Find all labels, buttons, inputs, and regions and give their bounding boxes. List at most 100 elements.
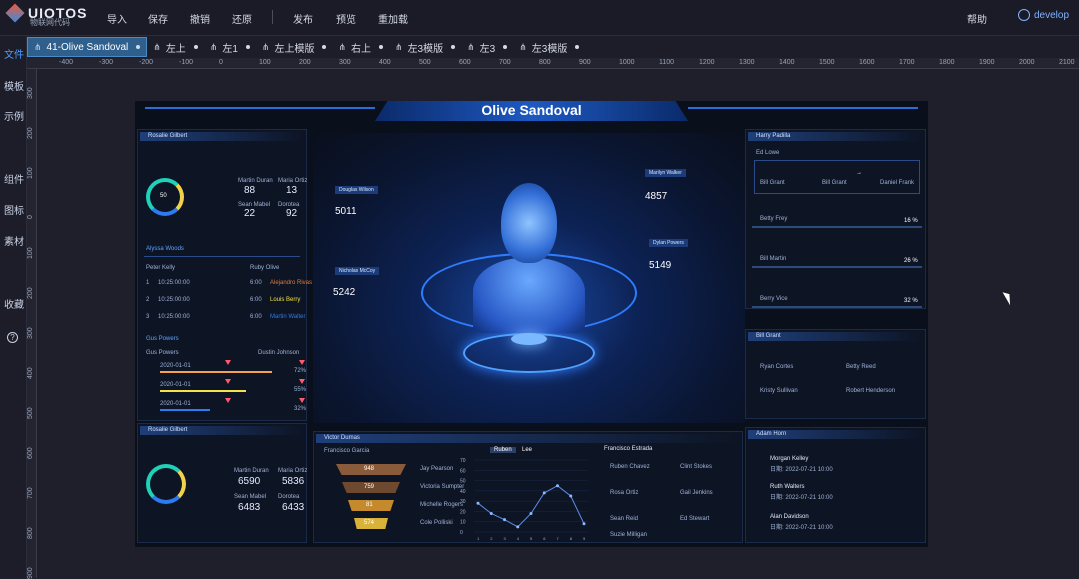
ruler-tick: 1900 <box>979 59 995 66</box>
sidebar-item-file[interactable]: 文件 <box>3 46 25 61</box>
progress-bar <box>160 371 272 373</box>
y-tick-label: 10 <box>460 520 466 526</box>
close-dot-icon[interactable] <box>451 45 456 49</box>
ruler-tick: 2100 <box>1059 59 1075 66</box>
stat-label: Martin Duran <box>238 178 273 184</box>
tab-youshang[interactable]: ⋔ 右上 <box>332 37 389 57</box>
bottom-center-panel: Victor Dumas Francisco Garcia 948 Jay Pe… <box>313 431 743 543</box>
row-index: 1 <box>146 280 150 286</box>
section-title: Francisco Garcia <box>324 448 370 454</box>
title-deco-left <box>145 107 375 109</box>
sidebar-item-material[interactable]: 素材 <box>3 233 25 248</box>
funnel-label: Cole Polliski <box>420 520 453 526</box>
menu-reload[interactable]: 重加载 <box>378 11 408 26</box>
row-value: 6:00 <box>250 314 262 320</box>
section-title: Francisco Estrada <box>604 446 653 452</box>
x-tick-label: 5 <box>530 536 533 540</box>
close-dot-icon[interactable] <box>575 45 580 49</box>
marker-icon <box>225 398 231 403</box>
user-name: develop <box>1034 9 1070 21</box>
ruler-tick: -300 <box>99 59 114 66</box>
ruler-tick: 400 <box>379 59 391 66</box>
stat-label: Martin Duran <box>234 468 269 474</box>
tab-zuoshang[interactable]: ⋔ 左上 <box>147 37 204 57</box>
stat-value: 5836 <box>282 476 305 487</box>
tab-zuo1[interactable]: ⋔ 左1 <box>204 37 256 57</box>
menu-divider <box>272 10 273 24</box>
ruler-tick: 1700 <box>899 59 915 66</box>
ruler-tick: 300 <box>27 87 34 99</box>
tab-zuo3-template-2[interactable]: ⋔ 左3模版 <box>513 37 585 57</box>
user-menu[interactable]: develop <box>1018 9 1069 21</box>
tab-label: 左3 <box>479 43 496 55</box>
stat-value: 6483 <box>238 502 261 513</box>
dashboard-canvas[interactable]: Olive Sandoval Rosalie Gilbert 50 Martin… <box>135 101 928 547</box>
share-icon: ⋔ <box>467 41 475 52</box>
row-index: 2 <box>146 297 150 303</box>
share-icon: ⋔ <box>34 41 42 52</box>
close-dot-icon[interactable] <box>245 45 250 49</box>
left-sidebar: 文件 模板 示例 组件 图标 素材 收藏 ? <box>0 36 27 578</box>
tag-value: 5149 <box>649 260 672 271</box>
sidebar-item-example[interactable]: 示例 <box>3 108 25 123</box>
ruler-tick: 1000 <box>619 59 635 66</box>
close-dot-icon[interactable] <box>503 45 508 49</box>
tab-olive-sandoval[interactable]: ⋔ 41-Olive Sandoval <box>27 37 148 57</box>
arrow-icon: → <box>856 170 862 176</box>
tab-label: 左上模版 <box>274 43 315 55</box>
tab-chart-lee[interactable]: Lee <box>518 447 536 453</box>
tab-zuoshang-template[interactable]: ⋔ 左上模版 <box>256 37 333 57</box>
tab-zuo3-template[interactable]: ⋔ 左3模版 <box>389 37 461 57</box>
ruler-tick: 1600 <box>859 59 875 66</box>
stat-value: 88 <box>244 185 256 196</box>
menu-preview[interactable]: 预览 <box>336 11 356 26</box>
tab-zuo3[interactable]: ⋔ 左3 <box>461 37 513 57</box>
x-tick-label: 7 <box>557 536 560 540</box>
close-dot-icon[interactable] <box>322 45 327 49</box>
x-tick-label: 8 <box>570 536 573 540</box>
close-dot-icon[interactable] <box>379 45 384 49</box>
gauge-ring <box>146 464 186 504</box>
gauge-value: 50 <box>160 193 167 199</box>
menu-undo[interactable]: 撤销 <box>190 11 210 26</box>
progress-bar <box>160 390 246 392</box>
document-tabs: ⋔ 41-Olive Sandoval ⋔ 左上 ⋔ 左1 ⋔ 左上模版 ⋔ 右上 ⋔ 左3… <box>27 36 1079 58</box>
x-tick-label: 4 <box>517 536 520 540</box>
column-label: Dustin Johnson <box>258 350 300 356</box>
menu-publish[interactable]: 发布 <box>293 11 313 26</box>
list-item: Gail Jenkins <box>680 490 713 496</box>
funnel-label: Jay Pearson <box>420 466 454 472</box>
grid-item: Ryan Cortes <box>760 364 794 370</box>
logo-icon <box>5 3 25 23</box>
close-dot-icon[interactable] <box>136 45 141 49</box>
table-header: Ruby Olive <box>250 265 280 271</box>
stat-value: 22 <box>244 208 256 219</box>
close-dot-icon[interactable] <box>193 45 198 49</box>
menu-save[interactable]: 保存 <box>148 11 168 26</box>
y-tick-label: 0 <box>460 530 463 536</box>
list-item: Ruben Chavez <box>610 464 650 470</box>
help-circle-icon[interactable]: ? <box>7 332 18 343</box>
row-time: 10:25:00:00 <box>158 314 190 320</box>
help-button[interactable]: 帮助 <box>967 11 987 26</box>
panel-title: Bill Grant <box>748 332 923 341</box>
flow-label: Bill Grant <box>760 180 785 186</box>
menu-import[interactable]: 导入 <box>107 11 127 26</box>
marker-icon <box>299 398 305 403</box>
ruler-tick: 800 <box>27 527 34 539</box>
sidebar-item-icon[interactable]: 图标 <box>3 202 25 217</box>
ruler-tick: 300 <box>27 327 34 339</box>
ruler-tick: 500 <box>419 59 431 66</box>
sidebar-item-favorite[interactable]: 收藏 <box>3 296 25 311</box>
sidebar-item-component[interactable]: 组件 <box>3 171 25 186</box>
item-name: Morgan Kelley <box>770 456 809 462</box>
ruler-tick: 500 <box>27 407 34 419</box>
ruler-tick: 200 <box>27 287 34 299</box>
tab-chart-ruben[interactable]: Ruben <box>490 447 516 453</box>
menu-redo[interactable]: 还原 <box>232 11 252 26</box>
stat-label: Sean Mabel <box>234 494 267 500</box>
user-icon <box>1018 9 1030 21</box>
ruler-tick: 100 <box>27 167 34 179</box>
sidebar-item-template[interactable]: 模板 <box>3 78 25 93</box>
flow-label: Bill Grant <box>822 180 847 186</box>
